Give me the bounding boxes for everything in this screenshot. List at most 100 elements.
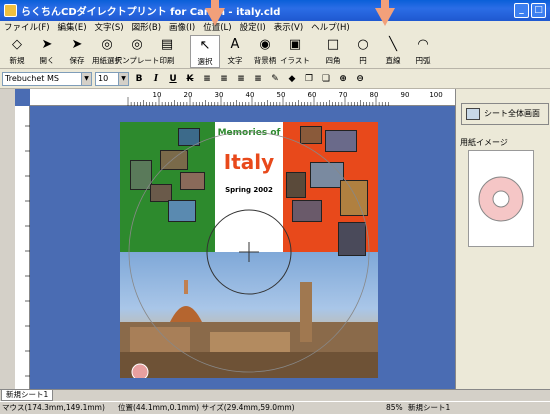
full-sheet-view-label: シート全体画面 bbox=[484, 109, 540, 118]
toolbar-button[interactable]: □ 四角 bbox=[318, 35, 348, 68]
arc-icon: ◠ bbox=[417, 37, 429, 52]
underline-button[interactable]: U bbox=[166, 72, 180, 86]
ruler-label: 80 bbox=[370, 91, 379, 99]
align-center-icon[interactable]: ≡ bbox=[217, 72, 231, 86]
bold-button[interactable]: B bbox=[132, 72, 146, 86]
toolbar-label: イラスト bbox=[280, 56, 310, 65]
italic-button[interactable]: I bbox=[149, 72, 163, 86]
toolbar-button[interactable]: ↖ 選択 bbox=[190, 35, 220, 68]
main-toolbar: ◇ 新規 ➤ 開く ➤ 保存 ◎ 用紙選択 ◎ テンプレート ▤ 印刷 ↖ 選択 A 文字 ◉ 背景柄 ▣ イラスト □… bbox=[0, 35, 550, 69]
ruler-label: 10 bbox=[153, 91, 162, 99]
chevron-down-icon[interactable]: ▼ bbox=[81, 72, 91, 85]
toolbar-button[interactable]: ◠ 円弧 bbox=[408, 35, 438, 68]
open-icon: ➤ bbox=[41, 37, 53, 52]
menu-item[interactable]: ファイル(F) bbox=[4, 21, 50, 35]
paper-preview[interactable] bbox=[468, 150, 534, 247]
font-size-value: 10 bbox=[98, 73, 109, 83]
text-icon: A bbox=[230, 37, 240, 52]
save-icon: ➤ bbox=[71, 37, 83, 52]
cd-outline bbox=[128, 131, 370, 378]
line-color-icon[interactable]: ✎ bbox=[268, 72, 282, 86]
status-bar: マウス(174.3mm,149.1mm) 位置(44.1mm,0.1mm) サイ… bbox=[0, 401, 550, 414]
justify-icon[interactable]: ≡ bbox=[251, 72, 265, 86]
paper-image-label: 用紙イメージ bbox=[460, 138, 508, 147]
status-zoom: 85% bbox=[386, 403, 403, 412]
print-icon: ▤ bbox=[160, 37, 174, 52]
tab-sheet-1[interactable]: 新規シート1 bbox=[1, 390, 54, 401]
format-toolbar: Trebuchet MS ▼ 10 ▼ B I U K ≡ ≡ ≡ ≡ ✎ ◆ ❐ … bbox=[0, 69, 550, 89]
sheet-view-icon bbox=[466, 108, 480, 120]
toolbar-button[interactable]: ▣ イラスト bbox=[280, 35, 310, 68]
toolbar-button[interactable]: ◇ 新規 bbox=[2, 35, 32, 68]
menu-item[interactable]: 表示(V) bbox=[274, 21, 303, 35]
toolbar-button[interactable]: ╲ 直線 bbox=[378, 35, 408, 68]
toolbar-button[interactable]: ➤ 保存 bbox=[62, 35, 92, 68]
toolbar-button[interactable]: ▤ 印刷 bbox=[152, 35, 182, 68]
status-mouse: マウス(174.3mm,149.1mm) bbox=[2, 403, 105, 412]
circle-icon: ○ bbox=[357, 37, 369, 52]
ruler-label: 90 bbox=[401, 91, 410, 99]
font-size-select[interactable]: 10 ▼ bbox=[95, 71, 129, 86]
ruler-label: 70 bbox=[339, 91, 348, 99]
chevron-down-icon[interactable]: ▼ bbox=[118, 72, 128, 85]
strike-button[interactable]: K bbox=[183, 72, 197, 86]
ruler-label: 30 bbox=[215, 91, 224, 99]
status-sheet: 新規シート1 bbox=[408, 403, 451, 412]
paper-select-icon: ◎ bbox=[101, 37, 113, 52]
font-select[interactable]: Trebuchet MS ▼ bbox=[2, 71, 92, 86]
new-icon: ◇ bbox=[12, 37, 22, 52]
vertical-ruler bbox=[15, 106, 30, 389]
front-icon[interactable]: ❐ bbox=[302, 72, 316, 86]
menu-item[interactable]: 図形(B) bbox=[132, 21, 161, 35]
ruler-label: 100 bbox=[429, 91, 442, 99]
ruler-label: 50 bbox=[277, 91, 286, 99]
menu-item[interactable]: 編集(E) bbox=[58, 21, 87, 35]
menu-item[interactable]: 文字(S) bbox=[95, 21, 124, 35]
window-title: らくちんCDダイレクトプリント for Canon - italy.cld bbox=[21, 7, 281, 18]
toolbar-button[interactable]: ◉ 背景柄 bbox=[250, 35, 280, 68]
toolbar-label: 選択 bbox=[197, 57, 213, 66]
pointer-arrow bbox=[205, 8, 225, 26]
align-left-icon[interactable]: ≡ bbox=[200, 72, 214, 86]
toolbar-button[interactable]: A 文字 bbox=[220, 35, 250, 68]
sheet-tabs: 新規シート1 bbox=[0, 389, 550, 401]
toolbar-button[interactable]: ➤ 開く bbox=[32, 35, 62, 68]
toolbar-label: 直線 bbox=[385, 56, 401, 65]
title-bar: らくちんCDダイレクトプリント for Canon - italy.cld _ … bbox=[0, 0, 550, 21]
app-icon bbox=[4, 4, 17, 17]
illustration-icon: ▣ bbox=[288, 37, 302, 52]
toolbar-label: 背景柄 bbox=[253, 56, 277, 65]
toolbar-label: 円 bbox=[359, 56, 367, 65]
zoom-in-icon[interactable]: ⊕ bbox=[336, 72, 350, 86]
full-sheet-view-button[interactable]: シート全体画面 bbox=[461, 103, 549, 125]
background-icon: ◉ bbox=[259, 37, 271, 52]
window-buttons: _ □ bbox=[514, 3, 546, 18]
cd-preview-icon bbox=[478, 176, 524, 222]
ruler-ticks: 102030405060708090100110 bbox=[127, 91, 443, 106]
zoom-out-icon[interactable]: ⊖ bbox=[353, 72, 367, 86]
menu-item[interactable]: 設定(I) bbox=[240, 21, 266, 35]
design-canvas[interactable]: Memories of Italy Spring 2002 bbox=[120, 122, 378, 378]
menu-item[interactable]: 画像(I) bbox=[169, 21, 195, 35]
toolbar-label: 開く bbox=[39, 56, 55, 65]
status-position: 位置(44.1mm,0.1mm) サイズ(29.4mm,59.0mm) bbox=[118, 403, 295, 412]
menu-item[interactable]: ヘルプ(H) bbox=[311, 21, 350, 35]
toolbar-label: 円弧 bbox=[415, 56, 431, 65]
toolbar-label: 保存 bbox=[69, 56, 85, 65]
minimize-button[interactable]: _ bbox=[514, 3, 529, 18]
left-strip bbox=[0, 89, 15, 389]
rectangle-icon: □ bbox=[326, 37, 340, 52]
select-arrow-icon: ↖ bbox=[199, 38, 211, 53]
ruler-label: 40 bbox=[246, 91, 255, 99]
ruler-label: 20 bbox=[184, 91, 193, 99]
toolbar-label: 文字 bbox=[227, 56, 243, 65]
toolbar-label: 新規 bbox=[9, 56, 25, 65]
align-right-icon[interactable]: ≡ bbox=[234, 72, 248, 86]
ruler-label: 60 bbox=[308, 91, 317, 99]
toolbar-button[interactable]: ○ 円 bbox=[348, 35, 378, 68]
toolbar-button[interactable]: ◎ テンプレート bbox=[115, 35, 160, 68]
back-icon[interactable]: ❏ bbox=[319, 72, 333, 86]
fill-color-icon[interactable]: ◆ bbox=[285, 72, 299, 86]
line-icon: ╲ bbox=[389, 37, 397, 52]
maximize-button[interactable]: □ bbox=[531, 3, 546, 18]
